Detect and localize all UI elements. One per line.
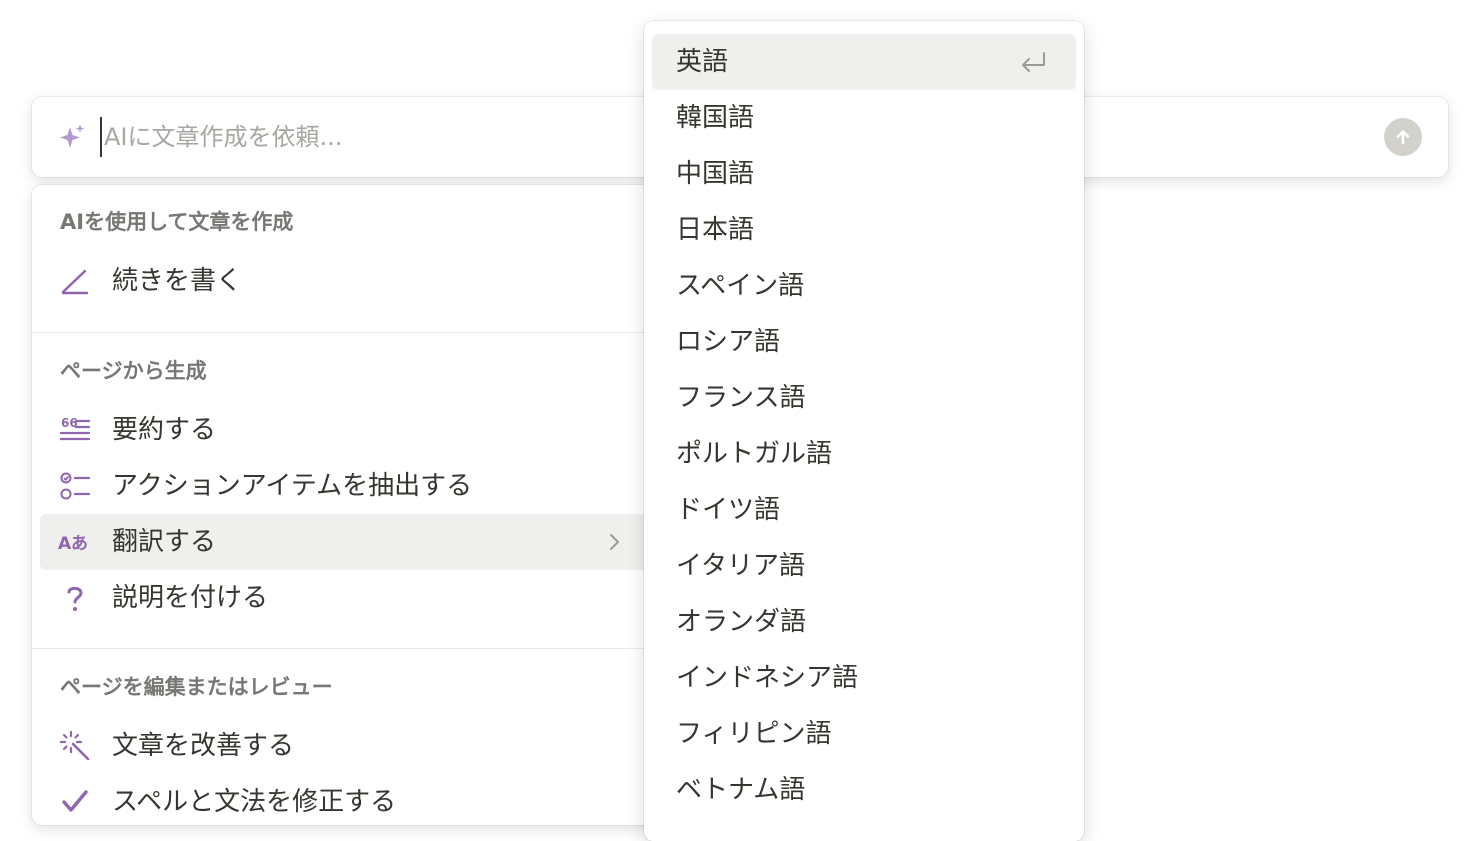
enter-key-icon bbox=[1022, 52, 1045, 72]
section-title-edit-review: ページを編集またはレビュー bbox=[60, 675, 333, 699]
menu-item-label: 翻訳する bbox=[112, 527, 217, 557]
ai-actions-menu: AIを使用して文章を作成 続きを書く ページから生成 66 要約する アクション… bbox=[32, 185, 672, 825]
language-item-italian[interactable]: イタリア語 bbox=[652, 538, 1076, 594]
menu-item-label: 説明を付ける bbox=[112, 583, 269, 613]
pencil-icon bbox=[58, 265, 92, 297]
language-item-portuguese[interactable]: ポルトガル語 bbox=[652, 426, 1076, 482]
send-button[interactable] bbox=[1384, 118, 1422, 156]
language-item-english[interactable]: 英語 bbox=[652, 34, 1076, 90]
arrow-up-icon bbox=[1396, 130, 1410, 145]
language-item-french[interactable]: フランス語 bbox=[652, 370, 1076, 426]
language-label: ドイツ語 bbox=[676, 495, 781, 525]
language-label: スペイン語 bbox=[676, 271, 805, 301]
language-item-indonesian[interactable]: インドネシア語 bbox=[652, 650, 1076, 706]
language-item-dutch[interactable]: オランダ語 bbox=[652, 594, 1076, 650]
language-label: オランダ語 bbox=[676, 607, 807, 637]
menu-item-label: 続きを書く bbox=[112, 266, 243, 296]
section-title-generate: ページから生成 bbox=[60, 359, 207, 383]
chevron-right-icon bbox=[610, 534, 619, 550]
menu-item-improve-writing[interactable]: 文章を改善する bbox=[40, 718, 660, 774]
language-item-chinese[interactable]: 中国語 bbox=[652, 146, 1076, 202]
menu-item-label: アクションアイテムを抽出する bbox=[112, 471, 473, 501]
checklist-icon bbox=[58, 470, 92, 502]
language-item-japanese[interactable]: 日本語 bbox=[652, 202, 1076, 258]
language-item-vietnamese[interactable]: ベトナム語 bbox=[652, 762, 1076, 818]
divider bbox=[32, 332, 672, 333]
question-mark-icon bbox=[58, 582, 92, 614]
language-label: ロシア語 bbox=[676, 327, 781, 357]
language-label: 英語 bbox=[676, 47, 729, 77]
language-label: ポルトガル語 bbox=[676, 439, 833, 469]
language-label: 中国語 bbox=[676, 159, 755, 189]
menu-item-label: 文章を改善する bbox=[112, 731, 295, 761]
divider bbox=[32, 648, 672, 649]
language-item-russian[interactable]: ロシア語 bbox=[652, 314, 1076, 370]
svg-text:あ: あ bbox=[71, 534, 88, 554]
menu-item-translate[interactable]: A あ 翻訳する bbox=[40, 514, 660, 570]
summary-lines-icon: 66 bbox=[58, 414, 92, 446]
language-label: インドネシア語 bbox=[676, 663, 859, 693]
svg-text:66: 66 bbox=[61, 416, 78, 430]
translate-icon: A あ bbox=[58, 526, 92, 558]
menu-item-summarize[interactable]: 66 要約する bbox=[40, 402, 660, 458]
language-label: 日本語 bbox=[676, 215, 755, 245]
menu-item-fix-spelling-grammar[interactable]: スペルと文法を修正する bbox=[40, 774, 660, 825]
language-label: フィリピン語 bbox=[676, 719, 832, 749]
language-label: イタリア語 bbox=[676, 551, 805, 581]
section-title-write: AIを使用して文章を作成 bbox=[60, 210, 294, 234]
menu-item-explain[interactable]: 説明を付ける bbox=[40, 570, 660, 626]
svg-text:A: A bbox=[58, 534, 72, 554]
magic-wand-icon bbox=[58, 730, 92, 762]
language-submenu: 英語 韓国語 中国語 日本語 スペイン語 ロシア語 フランス語 ポルトガル語 ド… bbox=[644, 21, 1084, 841]
menu-item-label: 要約する bbox=[112, 415, 217, 445]
language-item-spanish[interactable]: スペイン語 bbox=[652, 258, 1076, 314]
language-item-german[interactable]: ドイツ語 bbox=[652, 482, 1076, 538]
menu-item-extract-action-items[interactable]: アクションアイテムを抽出する bbox=[40, 458, 660, 514]
language-label: フランス語 bbox=[676, 383, 806, 413]
language-label: 韓国語 bbox=[676, 103, 755, 133]
menu-item-continue-writing[interactable]: 続きを書く bbox=[40, 253, 660, 309]
checkmark-icon bbox=[58, 786, 92, 818]
language-item-korean[interactable]: 韓国語 bbox=[652, 90, 1076, 146]
sparkle-icon bbox=[60, 124, 85, 148]
language-label: ベトナム語 bbox=[676, 775, 806, 805]
menu-item-label: スペルと文法を修正する bbox=[112, 787, 397, 817]
language-item-filipino[interactable]: フィリピン語 bbox=[652, 706, 1076, 762]
